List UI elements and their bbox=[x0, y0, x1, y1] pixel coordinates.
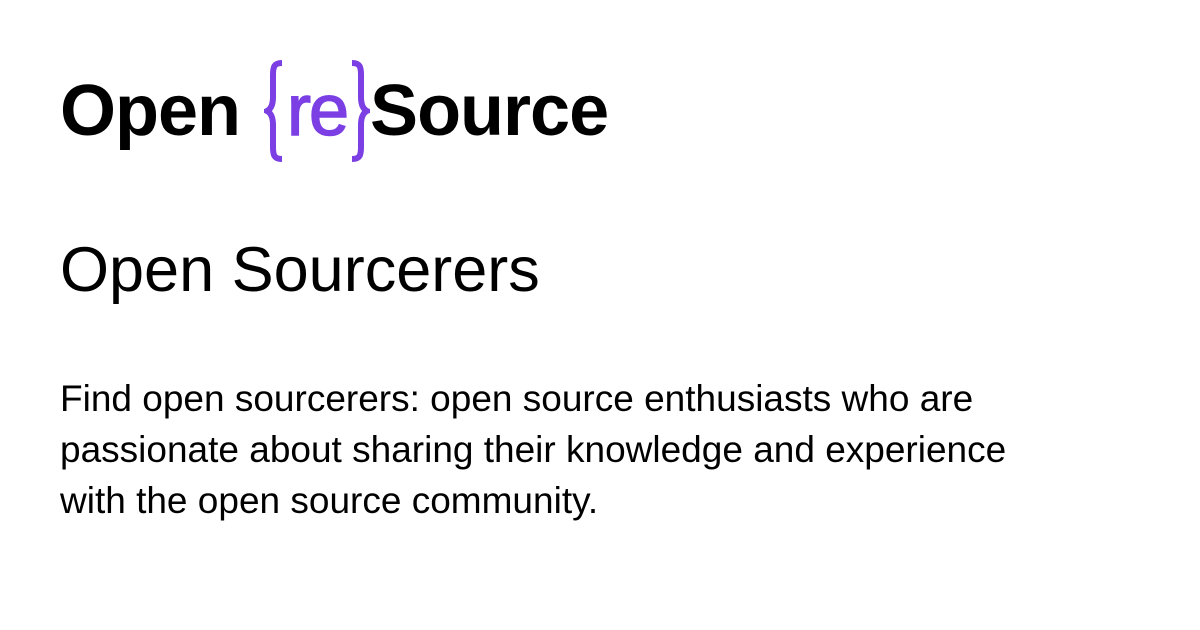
logo-word-open: Open bbox=[60, 71, 241, 151]
page-description: Find open sourcerers: open source enthus… bbox=[60, 378, 1007, 521]
open-resource-logo: Open re Source bbox=[60, 56, 609, 166]
logo-word-source: Source bbox=[370, 71, 609, 151]
left-curly-brace-icon bbox=[264, 59, 286, 163]
page-title: Open Sourcerers bbox=[60, 235, 540, 305]
right-curly-brace-icon bbox=[348, 59, 371, 163]
logo-accent-re: re bbox=[286, 70, 350, 152]
social-card: Open re Source Open Sourcerers Find open… bbox=[0, 0, 1200, 630]
